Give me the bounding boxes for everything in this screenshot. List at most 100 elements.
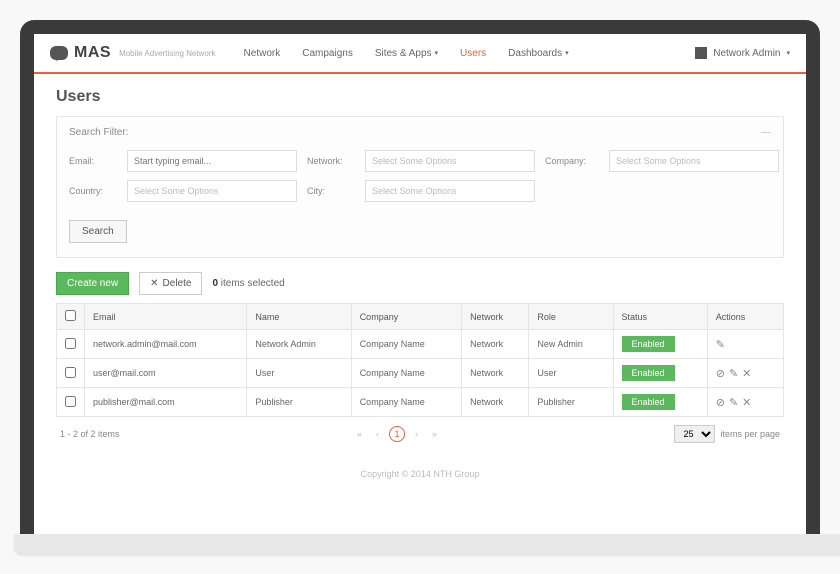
pager: 1 - 2 of 2 items « ‹ 1 › » 25 items per …	[56, 417, 784, 451]
status-badge: Enabled	[622, 336, 675, 352]
footer-copyright: Copyright © 2014 NTH Group	[56, 451, 784, 497]
cell-status: Enabled	[613, 388, 707, 417]
cell-company: Company Name	[351, 388, 461, 417]
app-screen: MAS Mobile Advertising Network Network C…	[34, 34, 806, 534]
nav-users[interactable]: Users	[460, 48, 486, 59]
search-filter-panel: Search Filter: — Email: Network: Select …	[56, 116, 784, 258]
page-title: Users	[56, 88, 784, 106]
col-name[interactable]: Name	[247, 304, 351, 330]
col-network[interactable]: Network	[462, 304, 529, 330]
cell-network: Network	[462, 330, 529, 359]
users-table: Email Name Company Network Role Status A…	[56, 303, 784, 417]
pager-current-page[interactable]: 1	[389, 426, 405, 442]
cell-email: user@mail.com	[85, 359, 247, 388]
nav-network[interactable]: Network	[244, 48, 281, 59]
user-menu[interactable]: Network Admin ▾	[695, 47, 790, 59]
cell-name: Network Admin	[247, 330, 351, 359]
nav-campaigns[interactable]: Campaigns	[302, 48, 353, 59]
panel-title: Search Filter:	[69, 127, 128, 138]
table-row: network.admin@mail.comNetwork AdminCompa…	[57, 330, 784, 359]
laptop-base	[14, 534, 840, 554]
row-checkbox[interactable]	[65, 338, 76, 349]
selected-count: 0 items selected	[212, 278, 284, 289]
pager-last-icon[interactable]: »	[428, 427, 441, 441]
cell-actions: ✎	[707, 330, 783, 359]
network-select[interactable]: Select Some Options	[365, 150, 535, 172]
cell-company: Company Name	[351, 330, 461, 359]
cell-actions: ⊘ ✎ ✕	[707, 359, 783, 388]
per-page-label: items per page	[720, 429, 780, 439]
select-all-checkbox[interactable]	[65, 310, 76, 321]
brand-tagline: Mobile Advertising Network	[119, 49, 215, 58]
create-new-button[interactable]: Create new	[56, 272, 129, 295]
edit-icon[interactable]: ✎	[729, 396, 738, 409]
status-badge: Enabled	[622, 365, 675, 381]
items-per-page: 25 items per page	[674, 425, 780, 443]
nav-dashboards[interactable]: Dashboards▾	[508, 48, 568, 59]
cell-network: Network	[462, 388, 529, 417]
pager-next-icon[interactable]: ›	[411, 427, 422, 441]
search-button[interactable]: Search	[69, 220, 127, 243]
brand-name: MAS	[74, 44, 111, 62]
cell-email: network.admin@mail.com	[85, 330, 247, 359]
ban-icon[interactable]: ⊘	[716, 367, 725, 380]
country-select[interactable]: Select Some Options	[127, 180, 297, 202]
cell-role: New Admin	[529, 330, 613, 359]
cell-status: Enabled	[613, 359, 707, 388]
city-label: City:	[307, 186, 355, 196]
cell-network: Network	[462, 359, 529, 388]
cell-role: User	[529, 359, 613, 388]
cell-name: Publisher	[247, 388, 351, 417]
cell-company: Company Name	[351, 359, 461, 388]
col-actions: Actions	[707, 304, 783, 330]
pager-prev-icon[interactable]: ‹	[372, 427, 383, 441]
avatar-icon	[695, 47, 707, 59]
network-label: Network:	[307, 156, 355, 166]
row-checkbox[interactable]	[65, 367, 76, 378]
email-label: Email:	[69, 156, 117, 166]
chevron-down-icon: ▾	[565, 49, 569, 57]
col-email[interactable]: Email	[85, 304, 247, 330]
cell-status: Enabled	[613, 330, 707, 359]
edit-icon[interactable]: ✎	[729, 367, 738, 380]
top-bar: MAS Mobile Advertising Network Network C…	[34, 34, 806, 74]
nav-sites-apps[interactable]: Sites & Apps▾	[375, 48, 438, 59]
cell-email: publisher@mail.com	[85, 388, 247, 417]
country-label: Country:	[69, 186, 117, 196]
chat-bubble-icon	[50, 46, 68, 60]
cell-role: Publisher	[529, 388, 613, 417]
col-company[interactable]: Company	[351, 304, 461, 330]
brand: MAS Mobile Advertising Network	[50, 44, 216, 62]
chevron-down-icon: ▾	[786, 49, 790, 57]
pager-controls: « ‹ 1 › »	[353, 426, 441, 442]
col-status[interactable]: Status	[613, 304, 707, 330]
col-role[interactable]: Role	[529, 304, 613, 330]
ban-icon[interactable]: ⊘	[716, 396, 725, 409]
delete-icon[interactable]: ✕	[742, 367, 751, 380]
city-select[interactable]: Select Some Options	[365, 180, 535, 202]
company-select[interactable]: Select Some Options	[609, 150, 779, 172]
cell-actions: ⊘ ✎ ✕	[707, 388, 783, 417]
pager-summary: 1 - 2 of 2 items	[60, 429, 120, 439]
pager-first-icon[interactable]: «	[353, 427, 366, 441]
chevron-down-icon: ▾	[435, 49, 439, 57]
email-input[interactable]	[127, 150, 297, 172]
collapse-icon[interactable]: —	[761, 127, 771, 138]
filter-grid: Email: Network: Select Some Options Comp…	[69, 150, 771, 202]
panel-header: Search Filter: —	[69, 127, 771, 138]
delete-icon[interactable]: ✕	[742, 396, 751, 409]
row-checkbox[interactable]	[65, 396, 76, 407]
user-menu-label: Network Admin	[713, 48, 780, 59]
close-icon: ✕	[150, 278, 158, 289]
main-nav: Network Campaigns Sites & Apps▾ Users Da…	[244, 48, 569, 59]
table-row: publisher@mail.comPublisherCompany NameN…	[57, 388, 784, 417]
edit-icon[interactable]: ✎	[716, 338, 725, 351]
laptop-frame: MAS Mobile Advertising Network Network C…	[20, 20, 820, 554]
page-content: Users Search Filter: — Email: Network: S…	[34, 74, 806, 511]
status-badge: Enabled	[622, 394, 675, 410]
table-header-row: Email Name Company Network Role Status A…	[57, 304, 784, 330]
company-label: Company:	[545, 156, 599, 166]
table-toolbar: Create new ✕ Delete 0 items selected	[56, 272, 784, 295]
delete-button[interactable]: ✕ Delete	[139, 272, 202, 295]
per-page-select[interactable]: 25	[674, 425, 715, 443]
